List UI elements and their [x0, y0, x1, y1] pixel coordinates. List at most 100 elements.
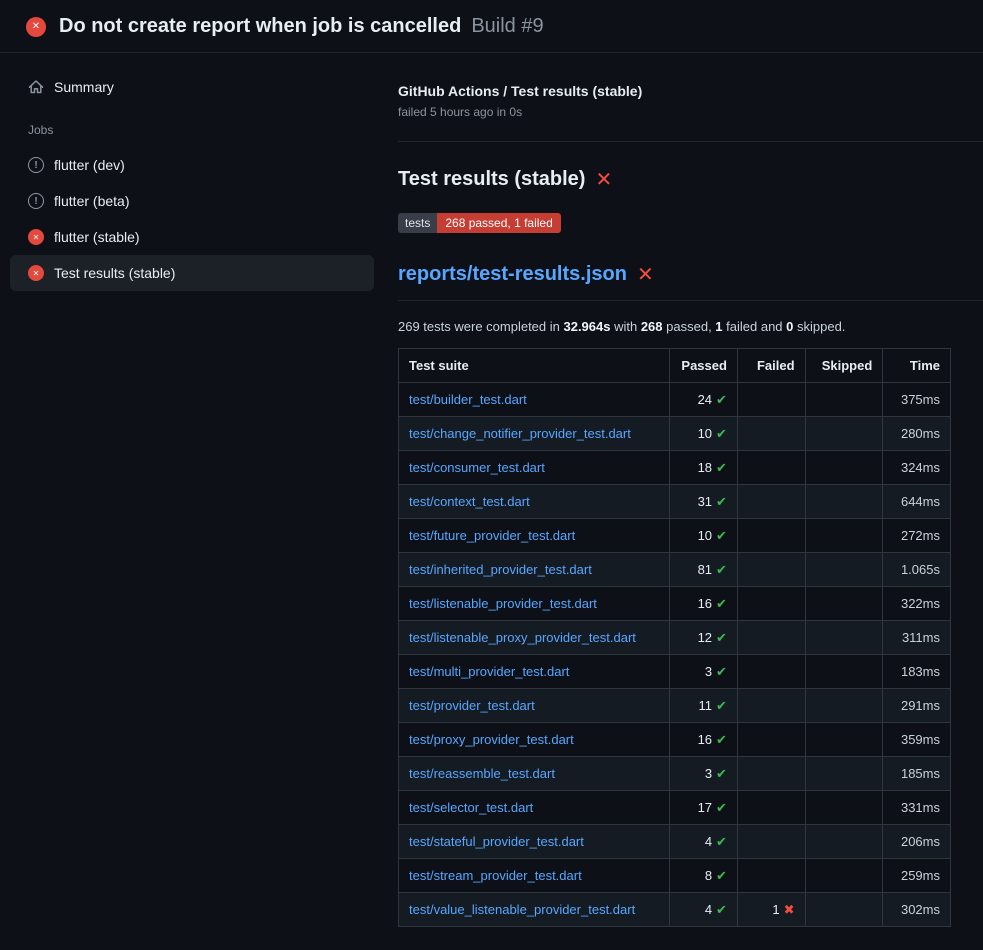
sidebar-job-item[interactable]: ! flutter (dev) — [10, 147, 374, 183]
test-suite-link[interactable]: test/future_provider_test.dart — [409, 528, 575, 543]
table-row: test/reassemble_test.dart 3✔ ✖ 185ms — [399, 757, 951, 791]
test-suite-link[interactable]: test/change_notifier_provider_test.dart — [409, 426, 631, 441]
test-suite-link[interactable]: test/consumer_test.dart — [409, 460, 545, 475]
passed-cell: 3✔ — [670, 655, 738, 689]
jobs-list: ! flutter (dev) ! flutter (beta) ✕ flutt… — [10, 147, 374, 291]
table-row: test/future_provider_test.dart 10✔ ✖ 272… — [399, 519, 951, 553]
passed-cell: 11✔ — [670, 689, 738, 723]
check-icon: ✔ — [716, 902, 727, 917]
breadcrumb: GitHub Actions / Test results (stable) — [398, 83, 951, 99]
skipped-cell — [805, 791, 883, 825]
suite-cell: test/builder_test.dart — [399, 383, 670, 417]
time-cell: 322ms — [883, 587, 951, 621]
table-row: test/consumer_test.dart 18✔ ✖ 324ms — [399, 451, 951, 485]
test-suite-link[interactable]: test/proxy_provider_test.dart — [409, 732, 574, 747]
time-cell: 644ms — [883, 485, 951, 519]
divider — [398, 141, 983, 142]
suite-cell: test/future_provider_test.dart — [399, 519, 670, 553]
suite-cell: test/stateful_provider_test.dart — [399, 825, 670, 859]
passed-cell: 24✔ — [670, 383, 738, 417]
exclamation-circle-icon: ! — [28, 157, 44, 173]
x-circle-icon: ✕ — [28, 229, 44, 245]
check-icon: ✔ — [716, 392, 727, 407]
test-suite-link[interactable]: test/value_listenable_provider_test.dart — [409, 902, 635, 917]
failed-cell: ✖ — [737, 859, 805, 893]
skipped-cell — [805, 587, 883, 621]
test-suite-link[interactable]: test/listenable_proxy_provider_test.dart — [409, 630, 636, 645]
time-cell: 375ms — [883, 383, 951, 417]
failed-cell: ✖ — [737, 519, 805, 553]
table-row: test/provider_test.dart 11✔ ✖ 291ms — [399, 689, 951, 723]
time-cell: 291ms — [883, 689, 951, 723]
summary-label: Summary — [54, 79, 114, 95]
skipped-cell — [805, 655, 883, 689]
check-icon: ✔ — [716, 460, 727, 475]
passed-cell: 31✔ — [670, 485, 738, 519]
failed-cell: ✖ — [737, 757, 805, 791]
skipped-cell — [805, 383, 883, 417]
skipped-cell — [805, 451, 883, 485]
x-circle-icon: ✕ — [26, 17, 46, 37]
table-row: test/proxy_provider_test.dart 16✔ ✖ 359m… — [399, 723, 951, 757]
x-icon: ✕ — [595, 170, 612, 190]
failed-cell: ✖ — [737, 451, 805, 485]
skipped-cell — [805, 417, 883, 451]
table-row: test/inherited_provider_test.dart 81✔ ✖ … — [399, 553, 951, 587]
sidebar-job-label: Test results (stable) — [54, 265, 175, 281]
sidebar: Summary Jobs ! flutter (dev) ! flutter (… — [0, 53, 384, 291]
check-icon: ✔ — [716, 834, 727, 849]
sidebar-item-summary[interactable]: Summary — [10, 69, 374, 105]
test-suite-link[interactable]: test/builder_test.dart — [409, 392, 527, 407]
time-cell: 272ms — [883, 519, 951, 553]
badge-value: 268 passed, 1 failed — [437, 213, 560, 233]
test-suite-link[interactable]: test/selector_test.dart — [409, 800, 533, 815]
suite-cell: test/proxy_provider_test.dart — [399, 723, 670, 757]
run-title: Do not create report when job is cancell… — [59, 15, 461, 38]
passed-cell: 81✔ — [670, 553, 738, 587]
report-file-link[interactable]: reports/test-results.json — [398, 263, 627, 286]
skipped-cell — [805, 757, 883, 791]
x-icon: ✖ — [784, 902, 795, 917]
sidebar-job-item[interactable]: ! flutter (beta) — [10, 183, 374, 219]
test-suite-link[interactable]: test/provider_test.dart — [409, 698, 535, 713]
suite-cell: test/consumer_test.dart — [399, 451, 670, 485]
suite-cell: test/inherited_provider_test.dart — [399, 553, 670, 587]
suite-cell: test/listenable_proxy_provider_test.dart — [399, 621, 670, 655]
sidebar-job-label: flutter (dev) — [54, 157, 125, 173]
test-suite-link[interactable]: test/multi_provider_test.dart — [409, 664, 569, 679]
table-row: test/selector_test.dart 17✔ ✖ 331ms — [399, 791, 951, 825]
table-row: test/builder_test.dart 24✔ ✖ 375ms — [399, 383, 951, 417]
failed-cell: ✖ — [737, 825, 805, 859]
suite-cell: test/selector_test.dart — [399, 791, 670, 825]
failed-cell: ✖ — [737, 689, 805, 723]
col-test-suite: Test suite — [399, 349, 670, 383]
failed-cell: 1✖ — [737, 893, 805, 927]
x-icon: ✕ — [637, 265, 654, 285]
skipped-cell — [805, 859, 883, 893]
sidebar-job-item[interactable]: ✕ flutter (stable) — [10, 219, 374, 255]
suite-cell: test/context_test.dart — [399, 485, 670, 519]
col-failed: Failed — [737, 349, 805, 383]
check-icon: ✔ — [716, 698, 727, 713]
time-cell: 359ms — [883, 723, 951, 757]
section-title: Test results (stable) — [398, 168, 585, 191]
test-suite-link[interactable]: test/context_test.dart — [409, 494, 530, 509]
check-icon: ✔ — [716, 494, 727, 509]
test-suite-link[interactable]: test/inherited_provider_test.dart — [409, 562, 592, 577]
test-suite-link[interactable]: test/reassemble_test.dart — [409, 766, 555, 781]
table-row: test/listenable_proxy_provider_test.dart… — [399, 621, 951, 655]
col-skipped: Skipped — [805, 349, 883, 383]
test-suite-link[interactable]: test/stream_provider_test.dart — [409, 868, 582, 883]
suite-cell: test/listenable_provider_test.dart — [399, 587, 670, 621]
time-cell: 302ms — [883, 893, 951, 927]
check-icon: ✔ — [716, 596, 727, 611]
time-cell: 259ms — [883, 859, 951, 893]
passed-cell: 8✔ — [670, 859, 738, 893]
sidebar-job-label: flutter (stable) — [54, 229, 140, 245]
test-suite-link[interactable]: test/stateful_provider_test.dart — [409, 834, 584, 849]
col-time: Time — [883, 349, 951, 383]
sidebar-job-item[interactable]: ✕ Test results (stable) — [10, 255, 374, 291]
test-suite-link[interactable]: test/listenable_provider_test.dart — [409, 596, 597, 611]
home-icon — [28, 79, 44, 95]
table-header-row: Test suite Passed Failed Skipped Time — [399, 349, 951, 383]
